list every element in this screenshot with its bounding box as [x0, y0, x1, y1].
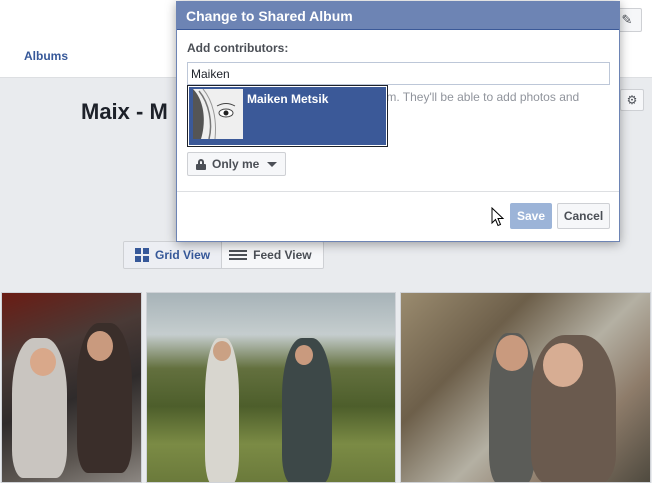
add-contributors-label: Add contributors:: [187, 41, 289, 55]
dialog-hint-text: oum. They'll be able to add photos and e…: [373, 90, 580, 119]
grid-icon: [135, 248, 149, 262]
dialog-footer: Save Cancel: [177, 191, 619, 241]
gear-icon: ⚙: [626, 93, 638, 107]
view-toggle: Grid View Feed View: [123, 241, 324, 269]
dialog-body: Add contributors: oum. They'll be able t…: [177, 30, 619, 192]
privacy-selector[interactable]: Only me: [187, 152, 287, 176]
caret-down-icon: [267, 161, 278, 167]
save-button[interactable]: Save: [510, 203, 552, 229]
mouse-cursor-icon: [491, 207, 505, 227]
pencil-icon: ✎: [621, 12, 633, 27]
shared-album-dialog: Change to Shared Album Add contributors:…: [176, 1, 620, 242]
albums-link[interactable]: Albums: [24, 49, 68, 63]
album-photo[interactable]: [400, 292, 651, 483]
avatar: [193, 89, 243, 139]
contributor-suggestions: Maiken Metsik: [187, 85, 388, 147]
privacy-label: Only me: [212, 157, 260, 171]
album-settings-button[interactable]: ⚙: [620, 89, 644, 111]
feed-view-button[interactable]: Feed View: [222, 242, 323, 268]
dialog-header: Change to Shared Album: [177, 2, 619, 30]
grid-view-label: Grid View: [155, 248, 211, 262]
album-photo[interactable]: [146, 292, 396, 483]
album-title: Maix - M: [81, 99, 168, 124]
lock-icon: [196, 158, 206, 170]
suggestion-item[interactable]: Maiken Metsik: [189, 87, 386, 145]
cancel-button[interactable]: Cancel: [557, 203, 610, 229]
list-icon: [233, 250, 248, 260]
suggestion-name: Maiken Metsik: [247, 92, 329, 106]
dialog-title: Change to Shared Album: [186, 7, 353, 24]
album-photo[interactable]: [1, 292, 142, 483]
feed-view-label: Feed View: [253, 248, 312, 262]
contributors-input[interactable]: [187, 62, 610, 85]
grid-view-button[interactable]: Grid View: [124, 242, 223, 268]
avatar-illustration: [193, 89, 243, 139]
